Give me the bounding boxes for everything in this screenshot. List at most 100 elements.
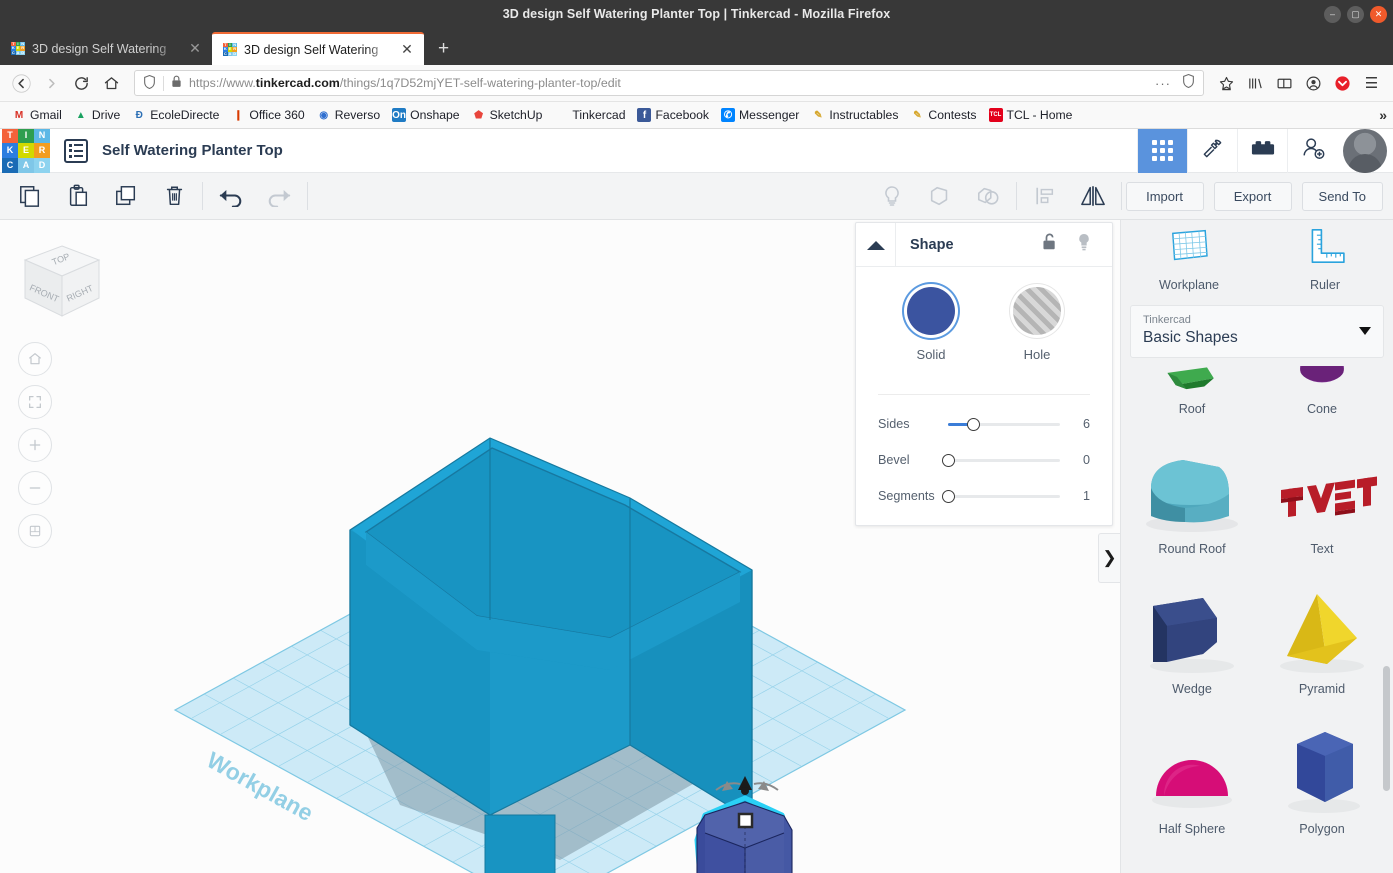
project-list-icon[interactable] xyxy=(64,138,88,163)
bookmark-item[interactable]: ✆ Messenger xyxy=(716,106,804,124)
bookmark-item[interactable]: ✎ Contests xyxy=(905,106,981,124)
shape-item-polygon[interactable]: Polygon xyxy=(1257,704,1387,844)
collapse-sidebar-handle[interactable]: ❯ xyxy=(1098,533,1120,583)
ruler-tool[interactable]: Ruler xyxy=(1257,220,1393,300)
pocket-icon[interactable] xyxy=(1329,70,1356,97)
shape-item-half-sphere[interactable]: Half Sphere xyxy=(1127,704,1257,844)
invite-button[interactable] xyxy=(1287,128,1337,173)
home-icon[interactable] xyxy=(98,70,125,97)
bookmark-label: Reverso xyxy=(334,108,381,122)
shape-item-cone[interactable]: Cone xyxy=(1257,366,1387,424)
delete-button[interactable] xyxy=(150,173,198,220)
forward-icon[interactable] xyxy=(38,70,65,97)
sidebar-scrollbar-thumb[interactable] xyxy=(1383,666,1390,791)
ungroup-button[interactable] xyxy=(964,173,1012,220)
bookmarks-overflow-icon[interactable]: » xyxy=(1379,107,1387,123)
slider-knob[interactable] xyxy=(942,489,955,503)
slider-knob[interactable] xyxy=(942,453,955,467)
hole-label: Hole xyxy=(1023,347,1051,362)
tinkercad-logo[interactable]: TIN KER CAD xyxy=(2,128,50,173)
bookmark-item[interactable]: ⬟ SketchUp xyxy=(467,106,548,124)
shape-panel-collapse-button[interactable] xyxy=(856,223,896,266)
shape-item-text[interactable]: Text xyxy=(1257,424,1387,564)
workplane-tool[interactable]: Workplane xyxy=(1121,220,1257,300)
send-to-button[interactable]: Send To xyxy=(1301,181,1383,211)
browser-tab-2[interactable]: TIN KER CAD 3D design Self Watering ✕ xyxy=(212,32,424,65)
import-button[interactable]: Import xyxy=(1125,181,1204,211)
tab-close-icon[interactable]: ✕ xyxy=(399,41,415,58)
hole-swatch[interactable] xyxy=(1013,287,1061,335)
page-actions-icon[interactable]: ··· xyxy=(1155,76,1171,91)
unlocked-padlock-icon[interactable] xyxy=(1041,232,1058,257)
ortho-perspective-button[interactable] xyxy=(18,514,52,548)
bookmark-item[interactable]: Ɖ EcoleDirecte xyxy=(127,106,224,124)
bookmark-item[interactable]: f Facebook xyxy=(632,106,714,124)
url-text[interactable]: https://www.tinkercad.com/things/1q7D52m… xyxy=(189,76,1148,90)
maximize-button[interactable]: ▢ xyxy=(1347,5,1364,23)
user-avatar[interactable] xyxy=(1343,128,1387,173)
grid-view-button[interactable] xyxy=(1137,128,1187,173)
chevron-down-icon[interactable] xyxy=(1359,326,1371,335)
menu-icon[interactable]: ☰ xyxy=(1358,70,1385,97)
align-button[interactable] xyxy=(1021,173,1069,220)
library-icon[interactable] xyxy=(1242,70,1269,97)
light-button[interactable] xyxy=(868,173,916,220)
close-window-button[interactable]: ✕ xyxy=(1370,5,1387,23)
slider-track[interactable] xyxy=(942,453,1060,467)
solid-mode-option[interactable]: Solid xyxy=(907,287,955,362)
slider-track[interactable] xyxy=(942,489,1060,503)
view-cube[interactable]: TOP FRONT RIGHT xyxy=(17,238,107,328)
browser-tab-1[interactable]: TIN KER CAD 3D design Self Watering ✕ xyxy=(0,32,212,65)
shape-item-round-roof[interactable]: Round Roof xyxy=(1127,424,1257,564)
undo-button[interactable] xyxy=(207,173,255,220)
bookmark-item[interactable]: Tinkercad xyxy=(549,106,630,124)
url-bar[interactable]: https://www.tinkercad.com/things/1q7D52m… xyxy=(134,70,1204,96)
sidebar-icon[interactable] xyxy=(1271,70,1298,97)
minimize-button[interactable]: – xyxy=(1324,5,1341,23)
slider-knob[interactable] xyxy=(966,417,980,431)
bookmark-item[interactable]: ✎ Instructables xyxy=(806,106,903,124)
logo-tile: T xyxy=(2,128,18,144)
new-tab-button[interactable]: + xyxy=(424,39,463,58)
lock-icon[interactable] xyxy=(171,75,182,91)
reload-icon[interactable] xyxy=(68,70,95,97)
shape-item-wedge[interactable]: Wedge xyxy=(1127,564,1257,704)
redo-button[interactable] xyxy=(255,173,303,220)
tab-close-icon[interactable]: ✕ xyxy=(187,40,203,57)
shape-library-grid[interactable]: Roof Cone Round Roof Text Wedge Pyramid … xyxy=(1121,366,1393,873)
zoom-in-button[interactable] xyxy=(18,428,52,462)
solid-color-swatch[interactable] xyxy=(907,287,955,335)
reader-mode-icon[interactable] xyxy=(1182,73,1195,93)
3d-canvas[interactable]: Workplane TOP FRONT RIGHT ❯ Shape Solid … xyxy=(0,220,1120,873)
bookmark-item[interactable]: ❙ Office 360 xyxy=(226,106,309,124)
slider-track[interactable] xyxy=(948,417,1060,431)
bookmark-star-icon[interactable] xyxy=(1213,70,1240,97)
bookmark-item[interactable]: ▲ Drive xyxy=(69,106,125,124)
back-icon[interactable] xyxy=(8,70,35,97)
export-button[interactable]: Export xyxy=(1213,181,1292,211)
zoom-out-button[interactable] xyxy=(18,471,52,505)
paste-button[interactable] xyxy=(54,173,102,220)
duplicate-button[interactable] xyxy=(102,173,150,220)
shape-library-select[interactable]: Tinkercad Basic Shapes xyxy=(1130,305,1384,358)
bookmark-item[interactable]: ◉ Reverso xyxy=(312,106,385,124)
blocks-button[interactable] xyxy=(1237,128,1287,173)
shield-icon[interactable] xyxy=(143,74,156,92)
hole-mode-option[interactable]: Hole xyxy=(1013,287,1061,362)
home-view-button[interactable] xyxy=(18,342,52,376)
bookmark-item[interactable]: TCL TCL - Home xyxy=(984,106,1078,124)
copy-button[interactable] xyxy=(6,173,54,220)
half-sphere-shape-icon xyxy=(1152,760,1232,808)
account-icon[interactable] xyxy=(1300,70,1327,97)
bookmark-item[interactable]: On Onshape xyxy=(387,106,464,124)
lightbulb-icon[interactable] xyxy=(1076,232,1092,257)
pyramid-shape-icon xyxy=(1280,594,1364,673)
codeblocks-button[interactable] xyxy=(1187,128,1237,173)
document-title[interactable]: Self Watering Planter Top xyxy=(102,142,283,159)
shape-item-pyramid[interactable]: Pyramid xyxy=(1257,564,1387,704)
bookmark-item[interactable]: M Gmail xyxy=(7,106,67,124)
shape-item-roof[interactable]: Roof xyxy=(1127,366,1257,424)
fit-view-button[interactable] xyxy=(18,385,52,419)
mirror-button[interactable] xyxy=(1069,173,1117,220)
group-button[interactable] xyxy=(916,173,964,220)
